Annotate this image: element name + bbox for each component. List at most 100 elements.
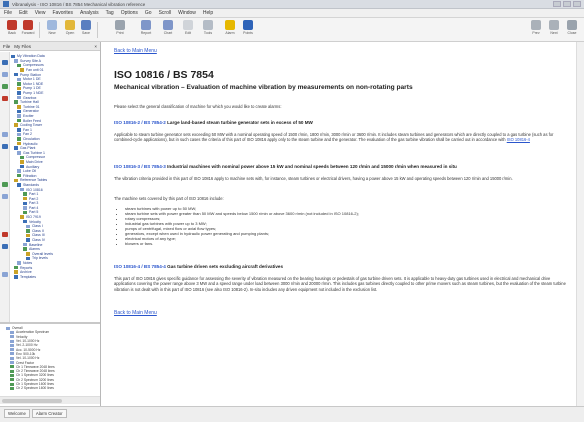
sidebar-hscrollbar[interactable] xyxy=(0,396,100,404)
edit-button[interactable]: Edit xyxy=(180,20,196,40)
folder-icon[interactable] xyxy=(2,132,8,137)
sensor-icon[interactable] xyxy=(2,182,8,187)
tree-item-label: Standards xyxy=(23,182,39,187)
section-1-link[interactable]: ISO 10816-2 / BS 7854-2 xyxy=(114,120,166,125)
section-1-title: Large land-based steam turbine generator… xyxy=(167,120,313,125)
section-3-link[interactable]: ISO 10816-4 / BS 7854-4 xyxy=(114,264,166,269)
tree-item-label: Class III xyxy=(32,233,45,238)
measurement-icon xyxy=(10,335,14,339)
close-icon[interactable]: × xyxy=(94,44,97,49)
section-2-heading: ISO 10816-3 / BS 7854-3 Industrial machi… xyxy=(114,164,570,169)
tab-alarm-creator[interactable]: Alarm Creator xyxy=(31,409,67,418)
menu-file[interactable]: File xyxy=(4,10,12,16)
menu-window[interactable]: Window xyxy=(178,10,196,16)
alarm-icon[interactable] xyxy=(2,232,8,237)
tree-node-icon xyxy=(14,146,18,150)
scrollbar-thumb[interactable] xyxy=(2,399,62,403)
alarm-icon[interactable] xyxy=(2,96,8,101)
folder-icon[interactable] xyxy=(2,72,8,77)
tree-item-label: Gas Plant xyxy=(20,146,36,151)
tree-node-icon xyxy=(17,137,21,141)
menu-go[interactable]: Go xyxy=(145,10,152,16)
iso-10816-4-link[interactable]: ISO 10816-4 xyxy=(507,137,530,142)
toolbar-separator xyxy=(39,22,40,38)
points-button[interactable]: Points xyxy=(240,20,256,40)
tree-node-icon xyxy=(17,169,21,173)
tools-button[interactable]: Tools xyxy=(200,20,216,40)
menu-help[interactable]: Help xyxy=(203,10,213,16)
tree-item[interactable]: Templates xyxy=(11,275,100,280)
sidebar-file-label[interactable]: File xyxy=(3,44,10,49)
menu-tag[interactable]: Tag xyxy=(106,10,114,16)
tree-item-label: Hydraulic xyxy=(23,141,38,146)
chart-button[interactable]: Chart xyxy=(160,20,176,40)
minimize-icon[interactable] xyxy=(553,1,561,7)
back-to-menu-link-footer[interactable]: Back to Main Menu xyxy=(114,310,157,316)
measurement-list: Overall Acceleration Spectrum Velocity Vel.… xyxy=(0,324,100,396)
menu-scroll[interactable]: Scroll xyxy=(159,10,172,16)
menu-favorites[interactable]: Favorites xyxy=(52,10,73,16)
tree-node-icon xyxy=(17,173,21,178)
tree-item-label: Pump 1 NDE xyxy=(23,91,44,96)
menu-edit[interactable]: Edit xyxy=(19,10,28,16)
close-doc-button[interactable]: Close xyxy=(564,20,580,40)
menu-bar: File Edit View Favorites Analysis Tag Op… xyxy=(0,9,584,18)
tab-welcome[interactable]: Welcome xyxy=(4,409,30,418)
tree-node-icon xyxy=(17,118,21,123)
next-button[interactable]: Next xyxy=(546,20,562,40)
tree-node-icon xyxy=(23,201,27,206)
database-icon[interactable] xyxy=(2,244,8,249)
sensor-icon[interactable] xyxy=(2,84,8,89)
measurement-item[interactable]: Ch 2 Spectrum 1600 lines xyxy=(6,386,100,390)
tree-item-label: Overall levels xyxy=(32,251,54,256)
section-2-list-intro: The machine sets covered by this part of… xyxy=(114,196,224,201)
report-button[interactable]: Report xyxy=(138,20,154,40)
section-2-link[interactable]: ISO 10816-3 / BS 7854-3 xyxy=(114,164,166,169)
up-arrow-icon xyxy=(531,20,541,30)
back-to-menu-link[interactable]: Back to Main Menu xyxy=(114,48,157,54)
tree-node-icon xyxy=(17,183,21,187)
section-3-title: Gas turbine driven sets excluding aircra… xyxy=(167,264,284,269)
document-pane: Back to Main Menu ISO 10816 / BS 7854 Me… xyxy=(102,42,584,406)
toolbar: Back Forward New Open Save Print Report … xyxy=(0,18,584,42)
tree-item-label: ISO 7919 xyxy=(26,215,41,220)
tree-item-label: Turbine Hall xyxy=(20,100,39,105)
menu-view[interactable]: View xyxy=(35,10,46,16)
close-doc-icon xyxy=(567,20,577,30)
close-icon[interactable] xyxy=(573,1,581,7)
document-vscrollbar[interactable] xyxy=(576,42,584,406)
sidebar-files-label[interactable]: My Files xyxy=(14,44,31,49)
print-icon xyxy=(115,20,125,30)
print-button[interactable]: Print xyxy=(112,20,128,40)
prev-button[interactable]: Prev xyxy=(528,20,544,40)
menu-analysis[interactable]: Analysis xyxy=(80,10,99,16)
toolbar-separator xyxy=(97,22,98,38)
tree-item-label: Fan 2 xyxy=(23,132,32,137)
tree-node-icon xyxy=(17,128,21,132)
folder-icon[interactable] xyxy=(2,272,8,277)
section-2-title: Industrial machines with nominal power a… xyxy=(167,164,457,169)
database-icon[interactable] xyxy=(2,144,8,149)
maximize-icon[interactable] xyxy=(563,1,571,7)
sidebar-header: File My Files × xyxy=(0,42,100,51)
forward-button[interactable]: Forward xyxy=(20,20,36,40)
back-button[interactable]: Back xyxy=(4,20,20,40)
open-button[interactable]: Open xyxy=(62,20,78,40)
tree-node-icon xyxy=(17,91,21,95)
folder-icon[interactable] xyxy=(2,194,8,199)
new-button[interactable]: New xyxy=(44,20,60,40)
tree-item-label: Motor 1 NDE xyxy=(23,81,44,86)
measurement-icon xyxy=(10,361,14,365)
save-button[interactable]: Save xyxy=(78,20,94,40)
tree-node-icon xyxy=(20,155,24,160)
tree-item-label: Velocity xyxy=(29,219,42,224)
down-arrow-icon xyxy=(549,20,559,30)
menu-options[interactable]: Options xyxy=(121,10,138,16)
tree-area: My Vibration Data Survey Site A Compressor… xyxy=(0,52,101,322)
tree-node-icon xyxy=(17,261,21,265)
tree-node-icon xyxy=(17,151,21,155)
alarm-button[interactable]: Alarm xyxy=(222,20,238,40)
database-icon[interactable] xyxy=(2,60,8,65)
tree-item-label: Templates xyxy=(20,274,36,279)
tree-node-icon xyxy=(20,215,24,219)
